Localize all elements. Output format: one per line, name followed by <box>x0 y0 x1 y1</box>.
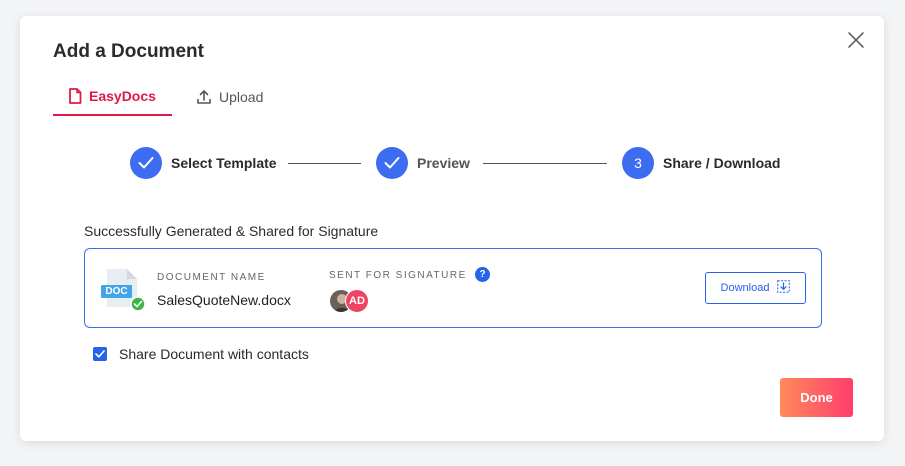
upload-icon <box>196 89 212 105</box>
share-checkbox[interactable] <box>93 347 107 361</box>
done-button[interactable]: Done <box>780 378 853 417</box>
sent-for-signature-label: SENT FOR SIGNATURE <box>329 270 467 281</box>
step-connector <box>483 163 607 164</box>
doc-file-icon: DOC <box>101 267 146 313</box>
signer-avatar: AD <box>345 289 369 313</box>
document-name: SalesQuoteNew.docx <box>157 292 291 308</box>
step-2-complete-icon <box>376 147 408 179</box>
download-button[interactable]: Download <box>705 272 806 304</box>
download-icon <box>777 280 791 296</box>
share-with-contacts-row: Share Document with contacts <box>93 346 309 362</box>
success-message: Successfully Generated & Shared for Sign… <box>84 223 379 239</box>
step-3-number: 3 <box>622 147 654 179</box>
file-type-badge: DOC <box>105 286 128 297</box>
document-icon <box>68 88 82 104</box>
download-label: Download <box>720 282 770 294</box>
progress-stepper: Select Template Preview 3 Share / Downlo… <box>130 147 790 181</box>
close-icon[interactable] <box>847 31 865 49</box>
document-card: DOC DOCUMENT NAME SalesQuoteNew.docx SEN… <box>84 248 822 328</box>
tab-label: EasyDocs <box>89 88 156 104</box>
step-2-label: Preview <box>417 155 470 171</box>
step-1-label: Select Template <box>171 155 277 171</box>
tab-bar: EasyDocs Upload <box>53 78 293 116</box>
add-document-dialog: Add a Document EasyDocs Upload Select Te… <box>20 16 884 441</box>
document-name-label: DOCUMENT NAME <box>157 272 266 283</box>
tab-easydocs[interactable]: EasyDocs <box>53 78 172 116</box>
dialog-title: Add a Document <box>53 41 204 62</box>
help-icon[interactable]: ? <box>475 267 490 282</box>
share-checkbox-label[interactable]: Share Document with contacts <box>119 346 309 362</box>
step-3-label: Share / Download <box>663 155 781 171</box>
step-1-complete-icon <box>130 147 162 179</box>
tab-label: Upload <box>219 89 264 105</box>
step-connector <box>288 163 361 164</box>
tab-upload[interactable]: Upload <box>196 78 263 116</box>
